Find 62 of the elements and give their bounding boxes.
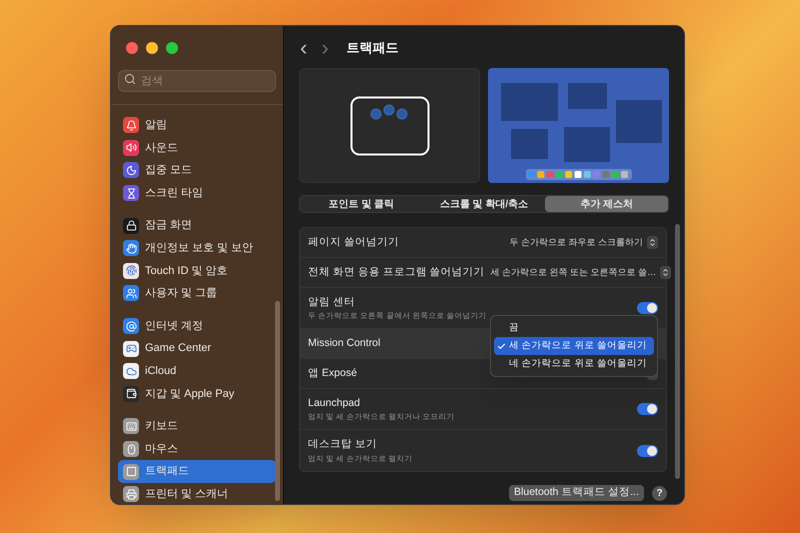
sidebar-label: 사용자 및 그룹: [145, 286, 218, 302]
tab[interactable]: 추가 제스처: [545, 196, 668, 212]
search-icon: [124, 73, 136, 85]
help-button[interactable]: ?: [652, 486, 667, 500]
sidebar-label: 키보드: [145, 419, 178, 434]
setting-label: 앱 Exposé: [308, 366, 357, 381]
sidebar-label: 알림: [145, 118, 167, 134]
sidebar-item[interactable]: 지갑 및 Apple Pay: [118, 382, 276, 406]
sidebar-item[interactable]: 인터넷 계정: [118, 314, 276, 338]
sidebar-label: iCloud: [145, 364, 176, 379]
sidebar-item[interactable]: 알림: [118, 114, 276, 137]
sidebar-label: 지갑 및 Apple Pay: [145, 386, 234, 402]
setting-label: 전체 화면 응용 프로그램 쓸어넘기기: [308, 264, 485, 280]
sidebar-item[interactable]: 사운드: [118, 136, 276, 160]
select-value[interactable]: 세 손가락으로 왼쪽 또는 오른쪽으로 쓸…: [490, 266, 656, 280]
bluetooth-settings-button[interactable]: Bluetooth 트랙패드 설정...: [509, 485, 644, 501]
toggle-switch[interactable]: [637, 302, 658, 314]
sidebar-label: 마우스: [145, 442, 178, 457]
toggle-switch[interactable]: [637, 444, 658, 456]
window-title: 트랙패드: [346, 39, 399, 58]
sidebar-item[interactable]: 스크린 타임: [118, 182, 276, 204]
sidebar-label: 사운드: [145, 140, 178, 156]
setting-label: 데스크탑 보기: [308, 437, 378, 452]
search-field[interactable]: 검색: [118, 70, 276, 92]
sidebar-item[interactable]: 키보드: [118, 415, 276, 438]
back-button[interactable]: ‹: [300, 37, 308, 59]
sidebar-item[interactable]: 집중 모드: [118, 159, 276, 182]
sidebar-label: 인터넷 계정: [145, 318, 204, 334]
minimize-button[interactable]: [146, 42, 158, 54]
zoom-button[interactable]: [166, 42, 178, 54]
stepper-icon[interactable]: [660, 266, 672, 279]
sidebar-item[interactable]: 잠금 화면: [118, 214, 276, 237]
tab[interactable]: 스크롤 및 확대/축소: [422, 196, 546, 212]
select-value[interactable]: 두 손가락으로 좌우로 스크롤하기: [509, 236, 643, 250]
setting-label: 알림 센터: [308, 294, 356, 310]
sidebar-label: 개인정보 보호 및 보안: [145, 241, 254, 256]
sidebar-item[interactable]: Touch ID 및 암호: [118, 260, 276, 282]
setting-label: Launchpad: [308, 396, 361, 410]
sidebar-item[interactable]: 개인정보 보호 및 보안: [118, 236, 276, 260]
sidebar-label: 잠금 화면: [145, 218, 192, 234]
sidebar-item[interactable]: Game Center: [118, 337, 276, 360]
tab[interactable]: 포인트 및 클릭: [300, 196, 423, 212]
sidebar-label: 트랙패드: [145, 464, 189, 480]
toggle-switch[interactable]: [637, 403, 658, 415]
setting-label: 페이지 쓸어넘기기: [308, 234, 399, 250]
close-button[interactable]: [126, 42, 138, 54]
sidebar-item[interactable]: 프린터 및 스캐너: [118, 482, 276, 504]
setting-label: Mission Control: [308, 336, 380, 351]
menu-item[interactable]: 네 손가락으로 위로 쓸어올리기: [494, 355, 654, 373]
menu-item[interactable]: 끔: [494, 319, 654, 337]
sidebar-item[interactable]: 사용자 및 그룹: [118, 282, 276, 305]
sidebar-label: 스크린 타임: [145, 186, 204, 201]
sidebar-label: Game Center: [145, 341, 212, 356]
sidebar-item[interactable]: iCloud: [118, 360, 276, 383]
sidebar-label: 집중 모드: [145, 163, 192, 178]
checkmark-icon: [497, 342, 506, 350]
sidebar-item[interactable]: 마우스: [118, 438, 276, 460]
sidebar-item[interactable]: 트랙패드: [118, 460, 276, 483]
menu-item[interactable]: 세 손가락으로 위로 쓸어올리기: [494, 337, 654, 355]
sidebar-label: 프린터 및 스캐너: [145, 486, 228, 502]
stepper-icon[interactable]: [647, 236, 658, 249]
sidebar-label: Touch ID 및 암호: [145, 264, 228, 279]
